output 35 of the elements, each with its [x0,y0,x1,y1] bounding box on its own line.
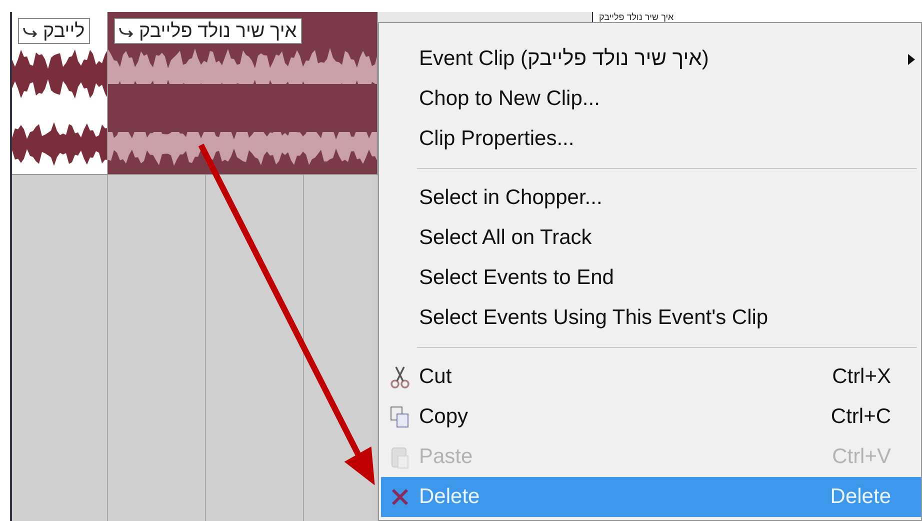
menu-item-label: Cut [419,364,452,390]
shortcut-label: Ctrl+C [830,404,891,430]
audio-clip[interactable]: לייבק [12,12,108,174]
menu-item-label: Select Events Using This Event's Clip [419,305,768,332]
menu-item[interactable]: Cut Ctrl+X [381,357,921,397]
submenu-arrow-icon [908,54,915,64]
menu-item[interactable]: Clip Properties... [381,119,921,159]
menu-item-label: Delete [419,484,480,510]
menu-item-label: Event Clip (איך שיר נולד פלייבק) [419,46,709,72]
scissors-icon [389,365,411,389]
shortcut-label: Ctrl+V [832,444,891,470]
shortcut-label: Delete [830,484,891,510]
copy-icon [389,405,411,429]
menu-item[interactable]: Copy Ctrl+C [381,397,921,437]
audio-clip[interactable]: איך שיר נולד פלייבק [108,12,378,174]
clip-name: איך שיר נולד פלייבק [599,12,674,22]
menu-item[interactable]: Select All on Track [381,218,921,258]
menu-item-label: Select All on Track [419,225,592,252]
menu-item-label: Chop to New Clip... [419,86,600,112]
menu-item-label: Paste [419,444,473,470]
menu-item-label: Select Events to End [419,265,614,292]
clipboard-icon [389,445,411,469]
menu-item[interactable]: Event Clip (איך שיר נולד פלייבק) [381,39,921,79]
menu-item-label: Select in Chopper... [419,185,602,212]
loop-arrow-icon [23,25,39,37]
shortcut-label: Ctrl+X [832,364,891,390]
menu-item-label: Copy [419,404,468,430]
clip-name: לייבק [43,22,85,40]
menu-item[interactable]: Chop to New Clip... [381,79,921,119]
menu-item[interactable]: Select in Chopper... [381,178,921,218]
menu-item-label: Clip Properties... [419,126,574,152]
clip-name: איך שיר נולד פלייבק [139,22,297,40]
menu-item[interactable]: Select Events Using This Event's Clip [381,298,921,338]
menu-item[interactable]: Select Events to End [381,258,921,298]
loop-arrow-icon [119,25,135,37]
